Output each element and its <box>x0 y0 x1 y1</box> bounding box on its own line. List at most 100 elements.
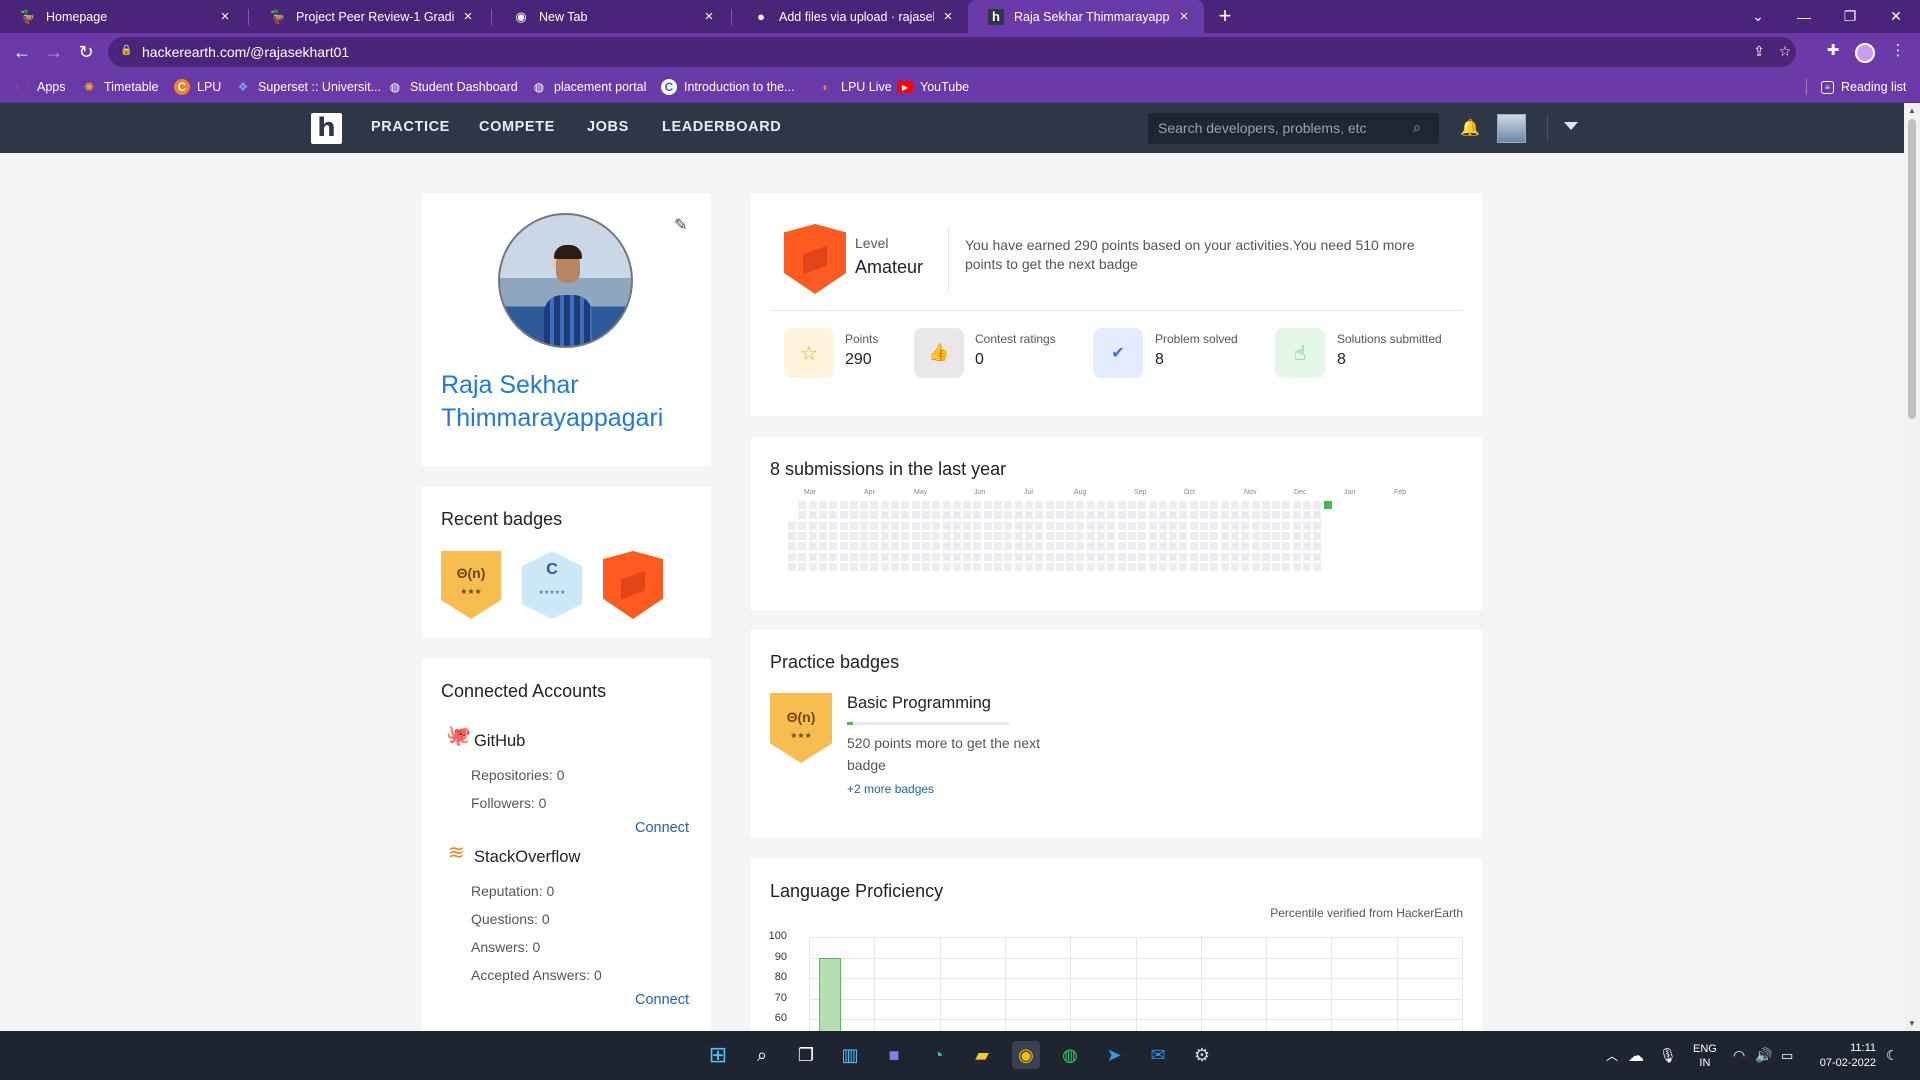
heatmap-day-cell[interactable] <box>1200 521 1208 530</box>
onedrive-cloud-icon[interactable]: ☁ <box>1628 1031 1644 1080</box>
heatmap-day-cell[interactable] <box>1158 552 1167 561</box>
heatmap-day-cell[interactable] <box>1066 531 1075 540</box>
heatmap-day-cell[interactable] <box>1272 542 1281 551</box>
heatmap-day-cell[interactable] <box>1035 562 1044 571</box>
heatmap-day-cell[interactable] <box>1117 531 1126 540</box>
heatmap-day-cell[interactable] <box>1230 542 1239 551</box>
heatmap-day-cell[interactable] <box>932 511 941 520</box>
heatmap-day-cell[interactable] <box>1076 562 1085 571</box>
heatmap-day-cell[interactable] <box>1024 542 1033 551</box>
heatmap-day-cell[interactable] <box>942 521 951 530</box>
heatmap-day-cell[interactable] <box>1292 552 1301 561</box>
heatmap-day-cell[interactable] <box>839 511 848 520</box>
heatmap-day-cell[interactable] <box>1261 531 1270 540</box>
heatmap-day-cell[interactable] <box>1230 531 1239 540</box>
heatmap-day-cell[interactable] <box>839 562 848 571</box>
heatmap-day-cell[interactable] <box>1066 542 1075 551</box>
heatmap-day-cell[interactable] <box>963 542 972 551</box>
heatmap-day-cell[interactable] <box>1086 501 1095 509</box>
heatmap-day-cell[interactable] <box>870 542 879 551</box>
heatmap-day-cell[interactable] <box>921 542 930 551</box>
heatmap-day-cell[interactable] <box>994 562 1002 571</box>
heatmap-day-cell[interactable] <box>1066 511 1075 520</box>
heatmap-day-cell[interactable] <box>1241 542 1250 551</box>
heatmap-day-cell[interactable] <box>911 531 920 540</box>
heatmap-day-cell[interactable] <box>849 511 858 520</box>
tab-search-icon[interactable]: ⌄ <box>1735 0 1781 33</box>
heatmap-day-cell[interactable] <box>880 511 889 520</box>
heatmap-day-cell[interactable] <box>1200 511 1208 520</box>
heatmap-day-cell[interactable] <box>1261 501 1270 509</box>
heatmap-day-cell[interactable] <box>1158 562 1167 571</box>
heatmap-day-cell[interactable] <box>1097 511 1105 520</box>
heatmap-day-cell[interactable] <box>1189 542 1198 551</box>
heatmap-day-cell[interactable] <box>849 531 858 540</box>
heatmap-day-cell[interactable] <box>973 511 982 520</box>
heatmap-day-cell[interactable] <box>891 521 899 530</box>
heatmap-day-cell[interactable] <box>921 501 930 509</box>
heatmap-day-cell[interactable] <box>788 542 796 551</box>
heatmap-day-cell[interactable] <box>880 521 889 530</box>
nav-jobs[interactable]: JOBS <box>587 119 629 135</box>
heatmap-day-cell[interactable] <box>942 501 951 509</box>
heatmap-day-cell[interactable] <box>973 562 982 571</box>
heatmap-day-cell[interactable] <box>891 552 899 561</box>
heatmap-day-cell[interactable] <box>1045 562 1054 571</box>
heatmap-day-cell[interactable] <box>1189 562 1198 571</box>
bookmark-timetable[interactable]: ✺ Timetable <box>81 71 158 103</box>
reload-icon[interactable]: ↻ <box>72 33 100 71</box>
heatmap-day-cell[interactable] <box>1004 521 1013 530</box>
heatmap-day-cell[interactable] <box>1261 542 1270 551</box>
heatmap-day-cell[interactable] <box>1066 562 1075 571</box>
heatmap-day-cell[interactable] <box>891 511 899 520</box>
edge-icon[interactable]: ◔ <box>924 1041 952 1069</box>
heatmap-day-cell[interactable] <box>1024 501 1033 509</box>
heatmap-day-cell[interactable] <box>1251 552 1260 561</box>
heatmap-day-cell[interactable] <box>1210 552 1219 561</box>
bookmark-superset[interactable]: ❖ Superset :: Universit... <box>235 71 381 103</box>
heatmap-day-cell[interactable] <box>1251 511 1260 520</box>
heatmap-day-cell[interactable] <box>808 531 817 540</box>
heatmap-day-cell[interactable] <box>1117 501 1126 509</box>
close-icon[interactable]: × <box>1176 8 1192 25</box>
heatmap-day-cell[interactable] <box>911 542 920 551</box>
heatmap-day-cell[interactable] <box>1313 562 1322 571</box>
scroll-up-icon[interactable]: ▲ <box>1908 106 1916 115</box>
heatmap-day-cell[interactable] <box>798 521 807 530</box>
battery-icon[interactable]: ▭ <box>1781 1031 1793 1080</box>
heatmap-day-cell[interactable] <box>1004 501 1013 509</box>
bell-icon[interactable]: 🔔 <box>1460 118 1480 138</box>
heatmap-day-cell[interactable] <box>870 552 879 561</box>
heatmap-day-cell[interactable] <box>1004 531 1013 540</box>
heatmap-day-cell[interactable] <box>1303 542 1311 551</box>
heatmap-day-cell[interactable] <box>1272 521 1281 530</box>
heatmap-day-cell[interactable] <box>829 521 838 530</box>
heatmap-day-cell[interactable] <box>1148 542 1157 551</box>
heatmap-day-cell[interactable] <box>911 552 920 561</box>
heatmap-day-cell[interactable] <box>1169 501 1178 509</box>
heatmap-day-cell[interactable] <box>1158 521 1167 530</box>
heatmap-day-cell[interactable] <box>1272 562 1281 571</box>
more-badges-link[interactable]: +2 more badges <box>847 782 934 796</box>
heatmap-day-cell[interactable] <box>1169 511 1178 520</box>
heatmap-day-cell[interactable] <box>1148 552 1157 561</box>
chrome-icon[interactable]: ◉ <box>1012 1041 1040 1069</box>
heatmap-day-cell[interactable] <box>1004 552 1013 561</box>
heatmap-day-cell[interactable] <box>1127 501 1136 509</box>
heatmap-day-cell[interactable] <box>1014 521 1023 530</box>
heatmap-day-cell[interactable] <box>1055 501 1064 509</box>
nav-practice[interactable]: PRACTICE <box>371 119 450 135</box>
heatmap-day-cell[interactable] <box>1282 531 1291 540</box>
heatmap-day-cell[interactable] <box>901 562 910 571</box>
heatmap-day-cell[interactable] <box>1148 562 1157 571</box>
heatmap-day-cell[interactable] <box>870 562 879 571</box>
heatmap-day-cell[interactable] <box>1117 511 1126 520</box>
heatmap-day-cell[interactable] <box>1097 531 1105 540</box>
scroll-down-icon[interactable]: ▼ <box>1908 1019 1916 1028</box>
heatmap-day-cell[interactable] <box>1117 542 1126 551</box>
heatmap-day-cell[interactable] <box>1179 511 1188 520</box>
page-scrollbar[interactable]: ▲ ▼ <box>1904 103 1920 1031</box>
mail-icon[interactable]: ✉ <box>1144 1041 1172 1069</box>
heatmap-day-cell[interactable] <box>1261 511 1270 520</box>
heatmap-day-cell[interactable] <box>788 521 796 530</box>
